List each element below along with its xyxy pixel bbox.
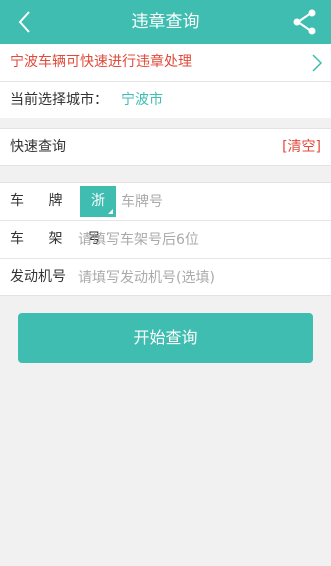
- promo-banner[interactable]: 宁波车辆可快速进行违章处理: [0, 44, 331, 82]
- dropdown-corner-icon: [108, 209, 113, 214]
- frame-field-row: 车 架 号: [0, 221, 331, 259]
- frame-number-input[interactable]: [78, 225, 318, 254]
- engine-number-input[interactable]: [78, 263, 318, 292]
- chevron-right-icon: [312, 54, 323, 72]
- start-query-button[interactable]: 开始查询: [18, 313, 313, 363]
- city-selector[interactable]: 当前选择城市： 宁波市: [0, 82, 331, 118]
- clear-button[interactable]: [清空]: [282, 129, 321, 165]
- province-value: 浙: [91, 193, 105, 209]
- province-selector[interactable]: 浙: [80, 186, 116, 217]
- plate-number-input[interactable]: [121, 187, 321, 216]
- app-header: 违章查询: [0, 0, 331, 44]
- query-form: 车 牌 号 浙 车 架 号 发动机号: [0, 182, 331, 296]
- promo-text: 宁波车辆可快速进行违章处理: [10, 54, 192, 70]
- engine-label: 发动机号: [10, 269, 66, 285]
- plate-field-row: 车 牌 号 浙: [0, 183, 331, 221]
- city-value[interactable]: 宁波市: [121, 82, 163, 118]
- share-icon[interactable]: [291, 8, 319, 36]
- engine-field-row: 发动机号: [0, 259, 331, 296]
- quick-query-row: 快速查询 [清空]: [0, 128, 331, 166]
- city-label: 当前选择城市：: [10, 92, 108, 108]
- page-title: 违章查询: [131, 12, 200, 32]
- quick-query-label: 快速查询: [10, 139, 66, 155]
